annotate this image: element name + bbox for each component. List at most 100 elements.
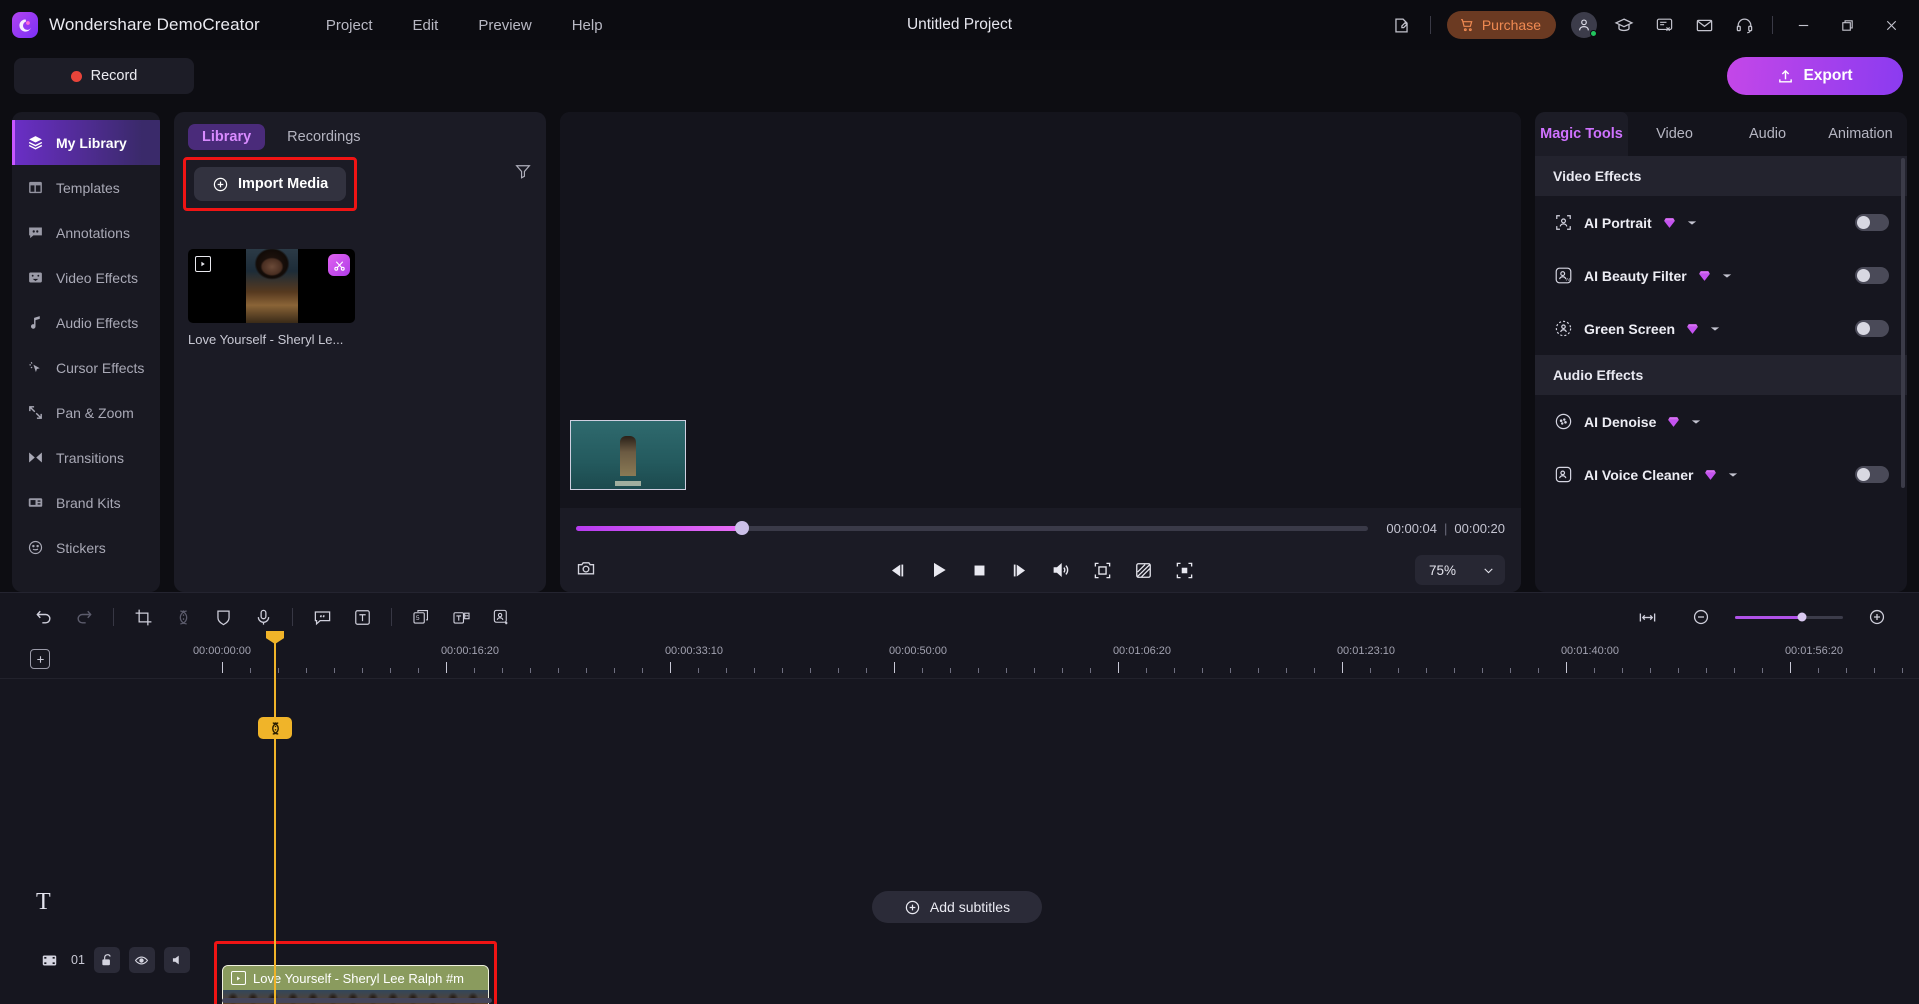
caption-icon[interactable] bbox=[441, 597, 481, 637]
row-green-screen[interactable]: Green Screen bbox=[1535, 302, 1907, 355]
feedback-icon[interactable] bbox=[1382, 5, 1422, 45]
mail-icon[interactable] bbox=[1684, 5, 1724, 45]
clip-video-icon bbox=[231, 971, 246, 985]
prev-frame-button[interactable] bbox=[888, 561, 907, 580]
cart-icon bbox=[1460, 19, 1473, 32]
menu-item-edit[interactable]: Edit bbox=[393, 11, 459, 40]
timeline-ruler[interactable]: 00:00:00:00 00:00:16:20 00:00:33:10 00:0… bbox=[0, 641, 1919, 679]
media-card[interactable]: Love Yourself - Sheryl Le... bbox=[188, 249, 355, 347]
ruler-label: 00:00:33:10 bbox=[664, 645, 724, 657]
tab-library[interactable]: Library bbox=[188, 124, 266, 150]
media-name: Love Yourself - Sheryl Le... bbox=[188, 332, 344, 347]
toggle-green-screen[interactable] bbox=[1855, 320, 1889, 337]
sidebar-item-my-library[interactable]: My Library bbox=[12, 120, 160, 165]
avatar-text-icon[interactable] bbox=[481, 597, 521, 637]
close-button[interactable] bbox=[1869, 3, 1913, 47]
chevron-down-icon[interactable] bbox=[1722, 271, 1732, 281]
split-icon[interactable] bbox=[163, 597, 203, 637]
thumbnail-image bbox=[245, 249, 298, 323]
zoom-out-icon[interactable] bbox=[1681, 597, 1721, 637]
fit-timeline-icon[interactable] bbox=[1627, 597, 1667, 637]
add-subtitles-button[interactable]: Add subtitles bbox=[872, 891, 1042, 923]
purchase-button[interactable]: Purchase bbox=[1446, 11, 1556, 39]
tab-magic-tools[interactable]: Magic Tools bbox=[1535, 112, 1628, 156]
filter-icon[interactable] bbox=[514, 162, 532, 185]
row-ai-portrait[interactable]: AI Portrait bbox=[1535, 196, 1907, 249]
chevron-down-icon[interactable] bbox=[1687, 218, 1697, 228]
tab-recordings[interactable]: Recordings bbox=[273, 124, 374, 150]
toggle-ai-portrait[interactable] bbox=[1855, 214, 1889, 231]
tab-video[interactable]: Video bbox=[1628, 112, 1721, 156]
account-icon[interactable] bbox=[1564, 5, 1604, 45]
crop-icon[interactable] bbox=[123, 597, 163, 637]
play-button[interactable] bbox=[929, 560, 949, 580]
zoom-level-select[interactable]: 75% bbox=[1414, 555, 1505, 585]
sidebar-item-transitions[interactable]: Transitions bbox=[12, 435, 160, 480]
ruler-tick bbox=[1734, 668, 1735, 673]
split-at-playhead-button[interactable] bbox=[258, 717, 292, 739]
stop-button[interactable] bbox=[971, 562, 988, 579]
tutorial-icon[interactable] bbox=[1604, 5, 1644, 45]
eye-icon[interactable] bbox=[128, 947, 155, 973]
lock-icon[interactable] bbox=[93, 947, 120, 973]
sidebar-item-audio-effects[interactable]: Audio Effects bbox=[12, 300, 160, 345]
mute-icon[interactable] bbox=[163, 947, 190, 973]
seek-bar[interactable] bbox=[576, 521, 1369, 535]
toggle-ai-beauty-filter[interactable] bbox=[1855, 267, 1889, 284]
properties-scrollbar[interactable] bbox=[1901, 158, 1905, 488]
menu-item-help[interactable]: Help bbox=[552, 11, 623, 40]
sidebar-item-templates[interactable]: Templates bbox=[12, 165, 160, 210]
ai-smart-cut-icon[interactable] bbox=[328, 254, 350, 276]
playhead[interactable] bbox=[266, 631, 284, 1004]
volume-button[interactable] bbox=[1051, 560, 1071, 580]
pan-zoom-icon bbox=[26, 403, 45, 422]
text-icon[interactable] bbox=[342, 597, 382, 637]
timeline-horizontal-scrollbar[interactable] bbox=[222, 998, 492, 1003]
sidebar-item-stickers[interactable]: Stickers bbox=[12, 525, 160, 570]
maximize-button[interactable] bbox=[1825, 3, 1869, 47]
seek-handle[interactable] bbox=[735, 521, 750, 535]
chevron-down-icon[interactable] bbox=[1710, 324, 1720, 334]
crop-button[interactable] bbox=[1093, 561, 1112, 580]
chevron-down-icon[interactable] bbox=[1691, 417, 1701, 427]
sidebar-item-cursor-effects[interactable]: Cursor Effects bbox=[12, 345, 160, 390]
record-button[interactable]: Record bbox=[14, 58, 194, 94]
media-thumbnail[interactable] bbox=[188, 249, 355, 323]
snapshot-camera-icon[interactable] bbox=[576, 558, 596, 583]
menu-item-preview[interactable]: Preview bbox=[458, 11, 551, 40]
row-ai-voice-cleaner[interactable]: AI Voice Cleaner bbox=[1535, 448, 1907, 501]
snapshot-mark-button[interactable] bbox=[1134, 561, 1153, 580]
speech-bubble-icon[interactable] bbox=[302, 597, 342, 637]
toggle-ai-voice-cleaner[interactable] bbox=[1855, 466, 1889, 483]
next-frame-button[interactable] bbox=[1010, 561, 1029, 580]
support-icon[interactable] bbox=[1724, 5, 1764, 45]
toolbar-divider-3 bbox=[391, 608, 392, 626]
export-button[interactable]: Export bbox=[1727, 57, 1903, 95]
sidebar-item-annotations[interactable]: Annotations bbox=[12, 210, 160, 255]
chevron-down-icon[interactable] bbox=[1728, 470, 1738, 480]
picture-in-picture-overlay[interactable] bbox=[570, 420, 686, 490]
import-media-button[interactable]: Import Media bbox=[194, 167, 347, 201]
redo-icon[interactable] bbox=[64, 597, 104, 637]
subtitle-batch-icon[interactable]: 5 bbox=[401, 597, 441, 637]
timeline-zoom-handle[interactable] bbox=[1797, 612, 1807, 622]
track-number: 01 bbox=[71, 953, 85, 967]
tab-audio[interactable]: Audio bbox=[1721, 112, 1814, 156]
undo-icon[interactable] bbox=[24, 597, 64, 637]
sidebar-item-video-effects[interactable]: Video Effects bbox=[12, 255, 160, 300]
minimize-button[interactable] bbox=[1781, 3, 1825, 47]
row-ai-beauty-filter[interactable]: AI AI Beauty Filter bbox=[1535, 249, 1907, 302]
timeline-zoom-slider[interactable] bbox=[1735, 612, 1843, 622]
row-ai-denoise[interactable]: AI Denoise bbox=[1535, 395, 1907, 448]
video-stage[interactable] bbox=[560, 112, 1521, 508]
zoom-in-icon[interactable] bbox=[1857, 597, 1897, 637]
fullscreen-button[interactable] bbox=[1175, 561, 1194, 580]
menu-item-project[interactable]: Project bbox=[306, 11, 393, 40]
sidebar-item-brand-kits[interactable]: Brand Kits bbox=[12, 480, 160, 525]
tab-animation[interactable]: Animation bbox=[1814, 112, 1907, 156]
whats-new-icon[interactable] bbox=[1644, 5, 1684, 45]
sidebar-item-pan-zoom[interactable]: Pan & Zoom bbox=[12, 390, 160, 435]
shield-icon[interactable] bbox=[203, 597, 243, 637]
ruler-label: 00:00:16:20 bbox=[440, 645, 500, 657]
main-menu: Project Edit Preview Help bbox=[306, 11, 623, 40]
